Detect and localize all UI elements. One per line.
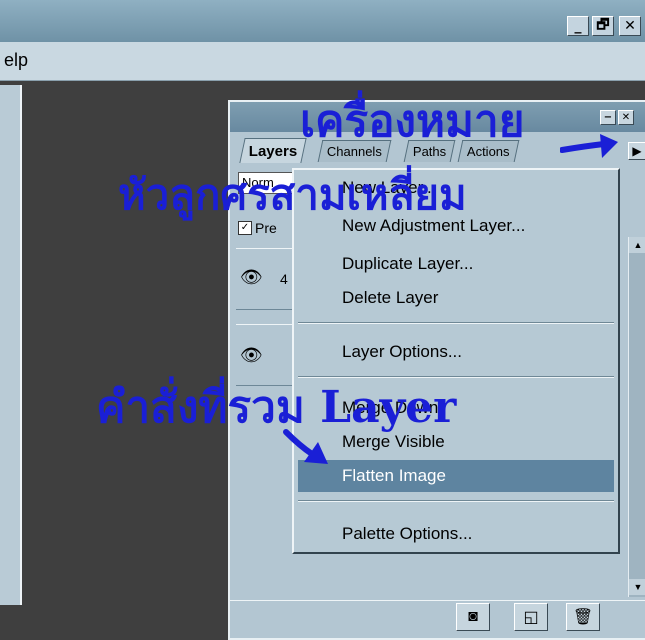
annotation-triangle-marker: เครื่องหมาย — [300, 96, 525, 147]
palette-menu-arrow-icon[interactable]: ▶ — [628, 142, 645, 160]
minimize-icon[interactable]: _ — [567, 16, 589, 36]
menu-item-palette-options[interactable]: Palette Options... — [298, 518, 614, 550]
add-mask-icon[interactable]: ◙ — [456, 603, 490, 631]
palette-minimize-icon[interactable]: − — [600, 110, 616, 125]
menu-separator — [298, 500, 614, 502]
palette-close-icon[interactable]: ✕ — [618, 110, 634, 125]
eye-icon[interactable]: 👁 — [240, 267, 263, 288]
tab-layers[interactable]: Layers — [239, 138, 308, 163]
left-panel-edge — [0, 85, 22, 605]
layer-name: 4 — [280, 271, 288, 287]
arrow-icon — [283, 429, 328, 464]
close-icon[interactable]: ✕ — [619, 16, 641, 36]
palette-bottom-bar: ◙ ◱ 🗑 — [230, 600, 645, 631]
menu-help[interactable]: elp — [4, 50, 28, 71]
menu-item-flatten-image[interactable]: Flatten Image — [298, 460, 614, 492]
annotation-triangle-arrowhead: หัวลูกศรสามเหลี่ยม — [118, 170, 467, 219]
restore-icon[interactable]: 🗗 — [592, 16, 614, 36]
scroll-down-icon[interactable]: ▼ — [629, 579, 645, 595]
scroll-up-icon[interactable]: ▲ — [629, 237, 645, 253]
menu-bar: elp — [0, 42, 645, 81]
window-title-bar: _ 🗗 ✕ — [0, 0, 645, 42]
eye-icon[interactable]: 👁 — [240, 345, 263, 366]
menu-item-duplicate-layer[interactable]: Duplicate Layer... — [298, 248, 614, 280]
layer-row[interactable]: 👁 4 — [236, 248, 296, 310]
menu-separator — [298, 322, 614, 324]
menu-item-layer-options[interactable]: Layer Options... — [298, 336, 614, 368]
menu-item-delete-layer[interactable]: Delete Layer — [298, 282, 614, 314]
arrow-icon — [560, 134, 618, 158]
trash-icon[interactable]: 🗑 — [566, 603, 600, 631]
new-layer-icon[interactable]: ◱ — [514, 603, 548, 631]
annotation-merge-layer-commands: คำสั่งที่รวม Layer — [96, 382, 457, 433]
scrollbar[interactable]: ▲ ▼ — [628, 237, 645, 597]
